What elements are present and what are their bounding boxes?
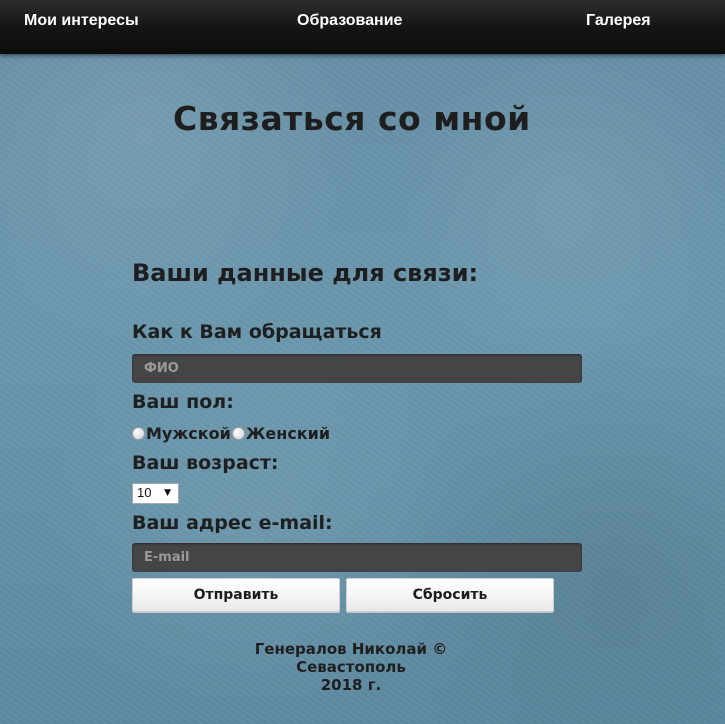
footer-year: 2018 г.: [320, 676, 382, 694]
footer-city: Севастополь: [296, 658, 406, 676]
footer: Генералов Николай © Севастополь 2018 г.: [226, 640, 476, 694]
name-label: Как к Вам обращаться: [132, 321, 382, 343]
gender-female-label: Женский: [245, 423, 331, 443]
name-input[interactable]: [132, 354, 582, 383]
footer-author: Генералов Николай ©: [254, 640, 448, 658]
chevron-down-icon: ▼: [164, 488, 171, 498]
contact-section-title: Ваши данные для связи:: [132, 259, 479, 287]
gender-options: Мужской Женский: [132, 423, 331, 443]
gender-female-radio[interactable]: [231, 426, 245, 440]
gender-male-label: Мужской: [146, 423, 231, 443]
gender-male-radio[interactable]: [132, 426, 145, 440]
email-input[interactable]: [132, 543, 582, 572]
gender-label: Ваш пол:: [132, 391, 234, 413]
age-select[interactable]: 10 ▼: [132, 483, 179, 504]
age-label: Ваш возраст:: [132, 452, 279, 474]
gender-option-female[interactable]: Женский: [231, 423, 331, 443]
page-title: Связаться со мной: [173, 99, 531, 138]
top-navigation: Мои интересы Образование Галерея: [0, 0, 725, 54]
nav-link-education[interactable]: Образование: [297, 12, 402, 30]
nav-link-gallery[interactable]: Галерея: [586, 12, 651, 30]
nav-link-interests[interactable]: Мои интересы: [24, 12, 139, 30]
gender-option-male[interactable]: Мужской: [132, 424, 231, 443]
submit-button[interactable]: Отправить: [132, 578, 340, 612]
age-select-value: 10: [137, 485, 152, 500]
email-label: Ваш адрес e-mail:: [132, 512, 333, 534]
reset-button[interactable]: Сбросить: [346, 578, 554, 612]
